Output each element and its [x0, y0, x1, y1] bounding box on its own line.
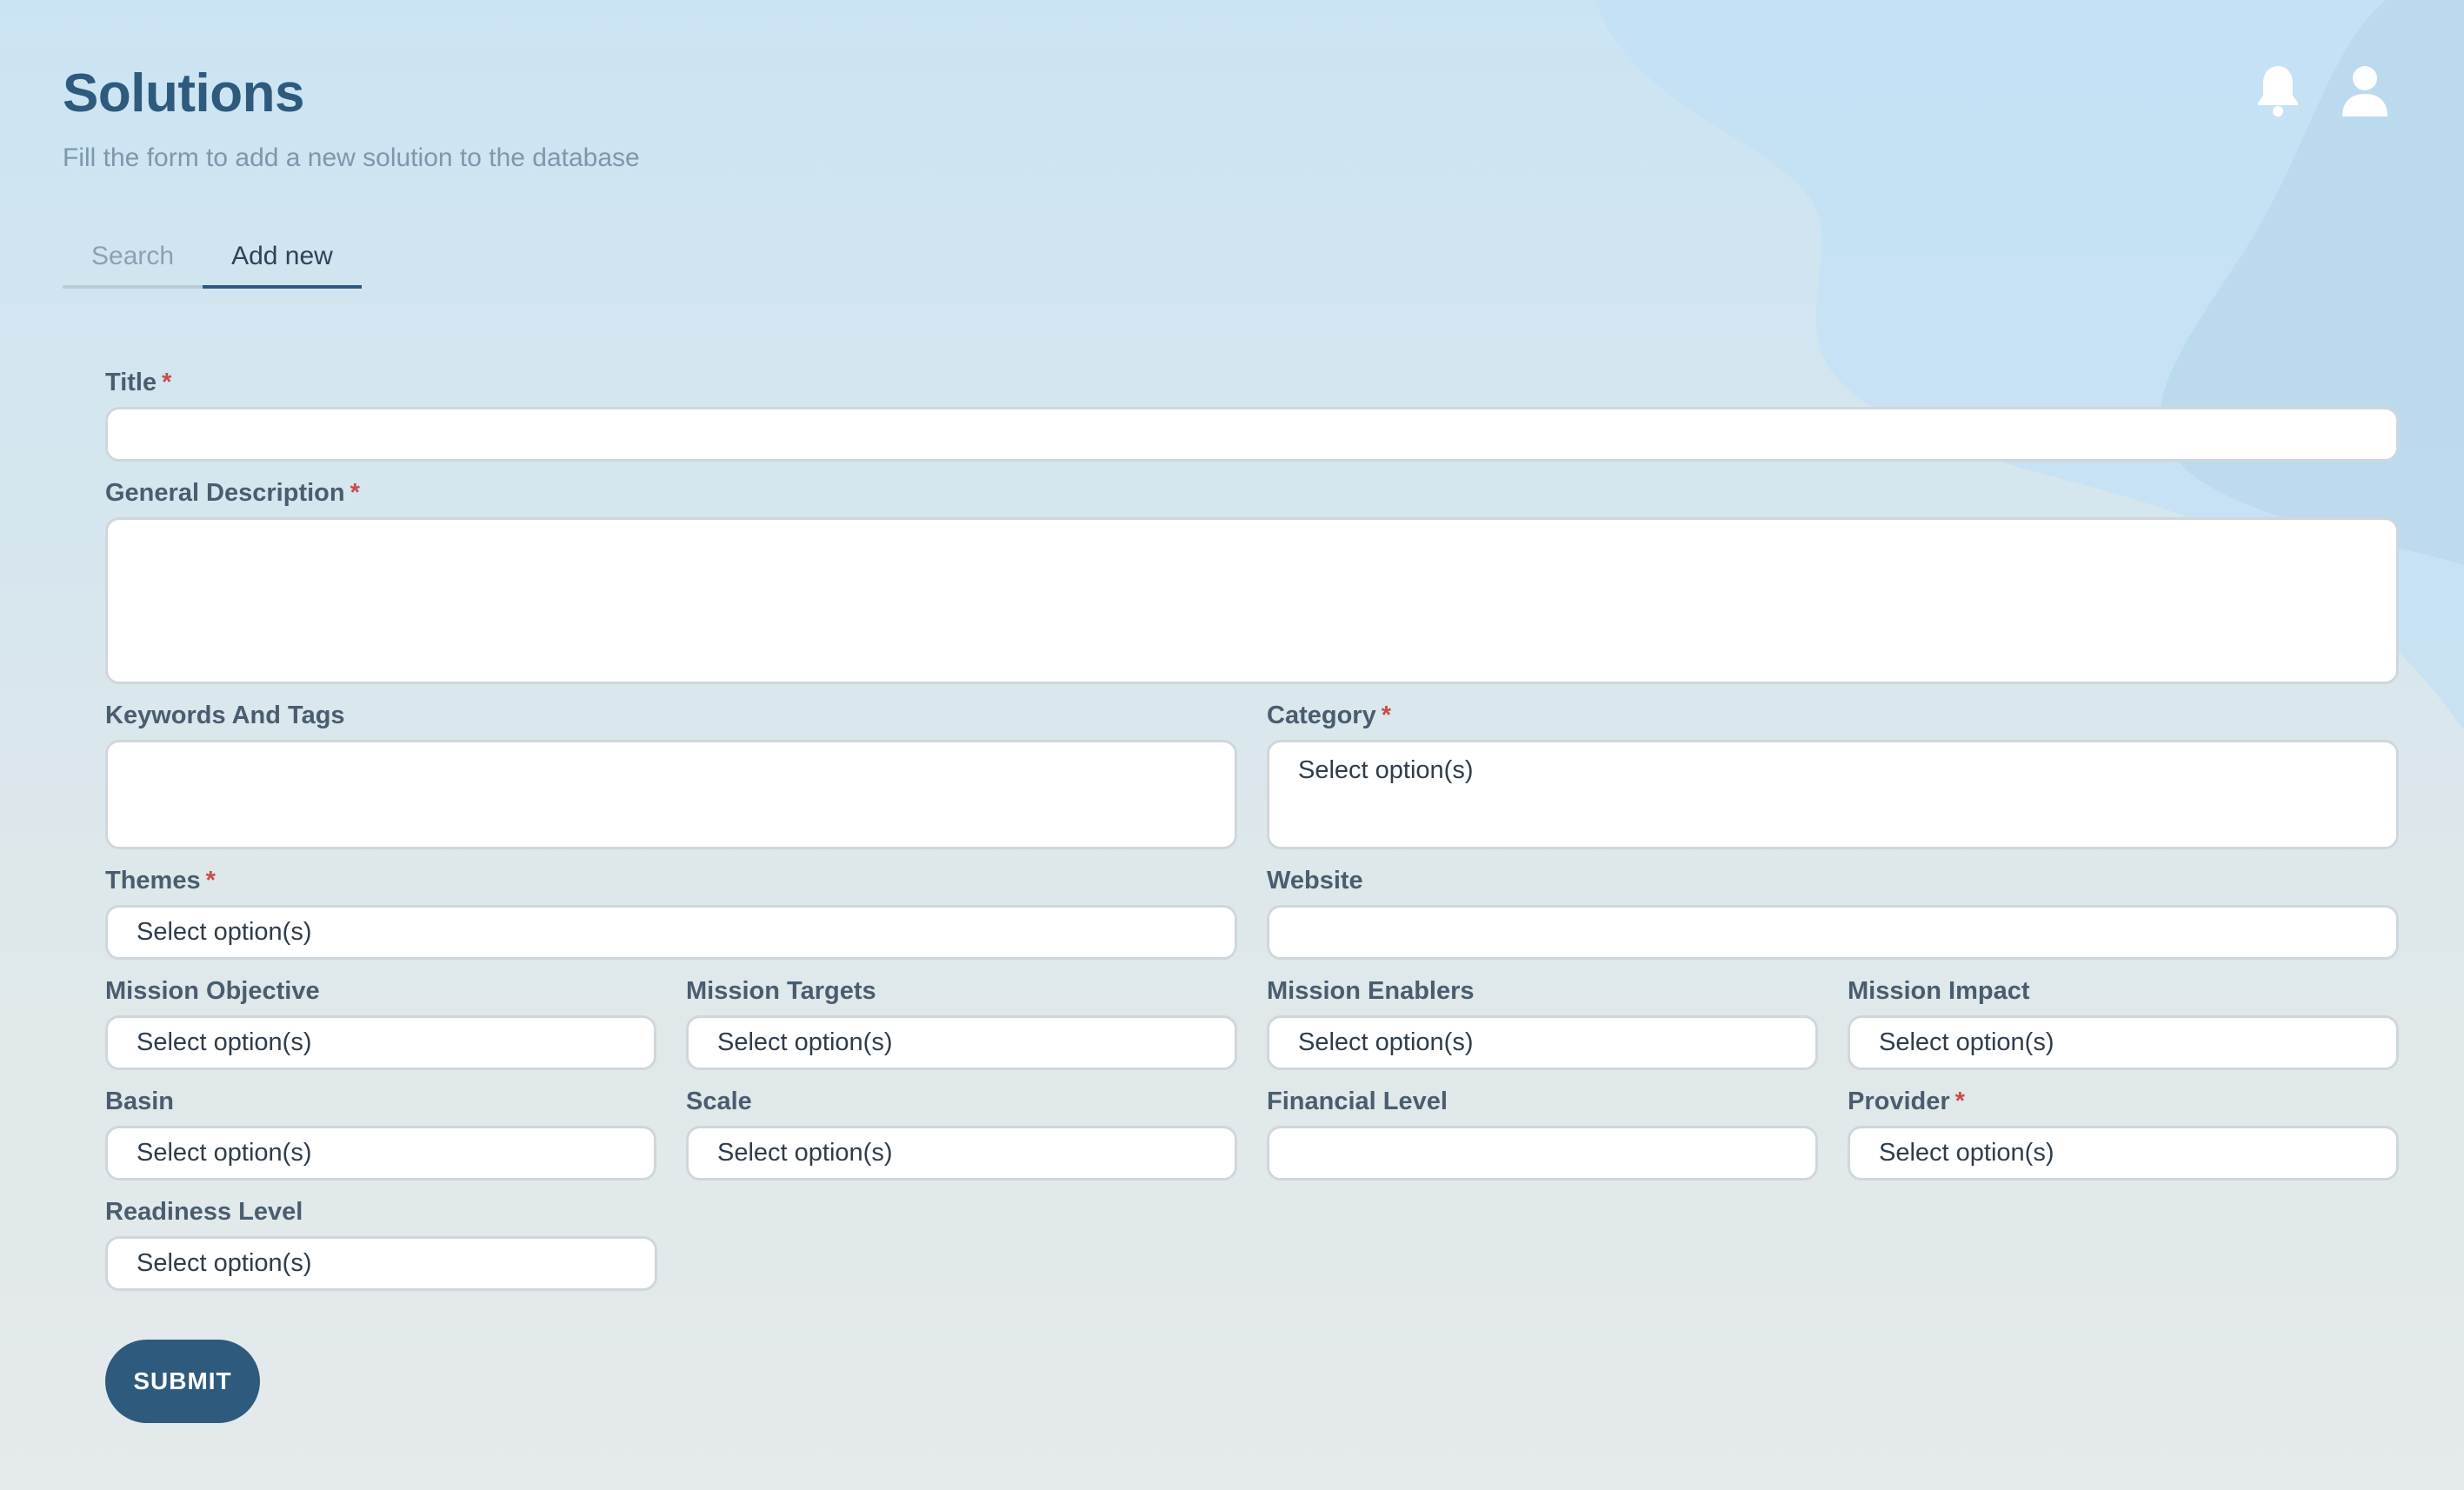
mission-targets-label: Mission Targets — [686, 977, 876, 1005]
keywords-category-row: Keywords And Tags Category * Select optio… — [105, 698, 2399, 849]
basin-label: Basin — [105, 1088, 174, 1115]
keywords-label: Keywords And Tags — [105, 702, 345, 729]
themes-label: Themes * — [105, 867, 216, 895]
financial-level-input[interactable] — [1267, 1126, 1818, 1181]
mission-enablers-select[interactable]: Select option(s) — [1267, 1015, 1818, 1070]
add-solution-form: Title * General Description * Keywords And… — [105, 365, 2399, 1423]
general-description-label: General Description * — [105, 479, 360, 507]
page-header: Solutions Fill the form to add a new sol… — [63, 63, 640, 173]
basin-row: Basin Select option(s) Scale Select opti… — [105, 1084, 2399, 1181]
general-description-field-group: General Description * — [105, 476, 2399, 684]
mission-objective-label: Mission Objective — [105, 977, 320, 1005]
readiness-row: Readiness Level Select option(s) — [105, 1194, 2399, 1291]
category-field-group: Category * Select option(s) — [1267, 698, 2399, 849]
provider-label: Provider * — [1848, 1088, 1965, 1115]
general-description-textarea[interactable] — [105, 517, 2399, 684]
basin-select[interactable]: Select option(s) — [105, 1126, 656, 1181]
themes-select[interactable]: Select option(s) — [105, 905, 1237, 960]
user-icon[interactable] — [2339, 63, 2391, 118]
page-subtitle: Fill the form to add a new solution to t… — [63, 143, 640, 172]
readiness-level-field-group: Readiness Level Select option(s) — [105, 1194, 657, 1291]
financial-level-label: Financial Level — [1267, 1088, 1448, 1115]
readiness-level-label: Readiness Level — [105, 1198, 303, 1226]
mission-targets-field-group: Mission Targets Select option(s) — [686, 974, 1237, 1070]
mission-impact-field-group: Mission Impact Select option(s) — [1848, 974, 2399, 1070]
category-label: Category * — [1267, 702, 1391, 729]
title-field-group: Title * — [105, 365, 2399, 462]
page-title: Solutions — [63, 63, 304, 123]
mission-enablers-field-group: Mission Enablers Select option(s) — [1267, 974, 1818, 1070]
keywords-field-group: Keywords And Tags — [105, 698, 1237, 849]
tab-bar: Search Add new — [63, 242, 362, 289]
website-field-group: Website — [1267, 863, 2399, 960]
required-marker: * — [162, 369, 172, 396]
title-input[interactable] — [105, 407, 2399, 462]
bell-icon[interactable] — [2252, 63, 2304, 118]
website-input[interactable] — [1267, 905, 2399, 960]
tab-add-new[interactable]: Add new — [203, 242, 362, 289]
title-label: Title * — [105, 369, 172, 396]
scale-label: Scale — [686, 1088, 752, 1115]
mission-objective-select[interactable]: Select option(s) — [105, 1015, 656, 1070]
scale-field-group: Scale Select option(s) — [686, 1084, 1237, 1181]
financial-level-field-group: Financial Level — [1267, 1084, 1818, 1181]
required-marker: * — [205, 867, 216, 895]
mission-impact-select[interactable]: Select option(s) — [1848, 1015, 2399, 1070]
mission-row: Mission Objective Select option(s) Missi… — [105, 974, 2399, 1070]
mission-targets-select[interactable]: Select option(s) — [686, 1015, 1237, 1070]
required-marker: * — [350, 479, 360, 507]
submit-button[interactable]: SUBMIT — [105, 1340, 260, 1423]
readiness-level-select[interactable]: Select option(s) — [105, 1236, 657, 1291]
tab-search[interactable]: Search — [63, 242, 203, 289]
website-label: Website — [1267, 867, 1363, 895]
scale-select[interactable]: Select option(s) — [686, 1126, 1237, 1181]
mission-objective-field-group: Mission Objective Select option(s) — [105, 974, 656, 1070]
themes-website-row: Themes * Select option(s) Website — [105, 863, 2399, 960]
provider-field-group: Provider * Select option(s) — [1848, 1084, 2399, 1181]
keywords-input[interactable] — [105, 740, 1237, 849]
category-select[interactable]: Select option(s) — [1267, 740, 2399, 849]
required-marker: * — [1955, 1088, 1965, 1115]
required-marker: * — [1381, 702, 1391, 729]
basin-field-group: Basin Select option(s) — [105, 1084, 656, 1181]
provider-select[interactable]: Select option(s) — [1848, 1126, 2399, 1181]
mission-enablers-label: Mission Enablers — [1267, 977, 1475, 1005]
themes-field-group: Themes * Select option(s) — [105, 863, 1237, 960]
mission-impact-label: Mission Impact — [1848, 977, 2030, 1005]
header-actions — [2252, 63, 2391, 118]
